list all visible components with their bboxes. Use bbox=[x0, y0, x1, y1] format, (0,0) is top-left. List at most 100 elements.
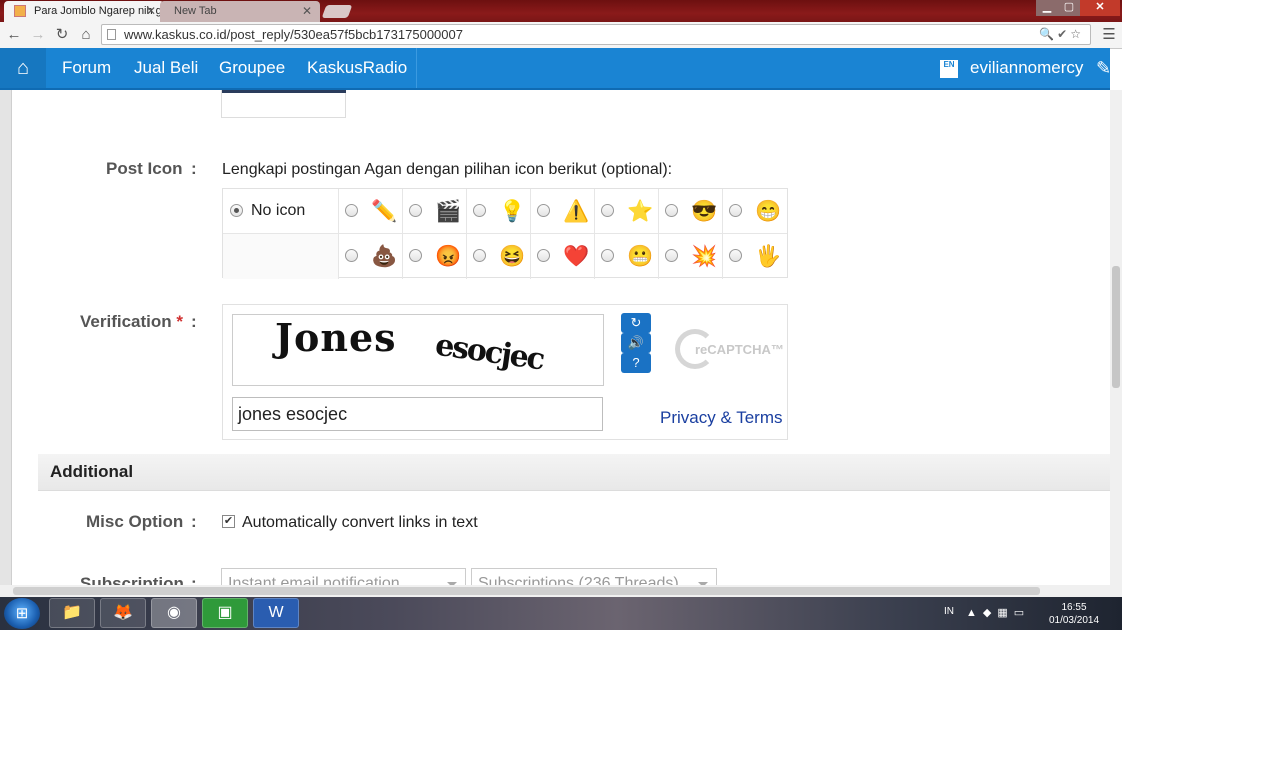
icon-radio[interactable] bbox=[601, 204, 614, 217]
close-window-button[interactable]: ✕ bbox=[1080, 0, 1120, 16]
language-indicator[interactable]: IN bbox=[944, 606, 954, 617]
tab-close-icon[interactable]: ✕ bbox=[302, 1, 312, 21]
firefox-icon[interactable]: 🦊 bbox=[100, 598, 146, 628]
icon-option[interactable]: 😎 bbox=[659, 189, 723, 234]
address-bar-icons[interactable]: 🔍✔☆ bbox=[1039, 25, 1084, 44]
back-arrow-icon[interactable]: ← bbox=[4, 25, 24, 45]
icon-radio[interactable] bbox=[537, 204, 550, 217]
language-badge[interactable]: EN bbox=[940, 59, 958, 78]
nav-groupee[interactable]: Groupee bbox=[219, 48, 285, 88]
icon-option[interactable]: ⚠️ bbox=[531, 189, 595, 234]
icon-option[interactable]: 🎬 bbox=[403, 189, 467, 234]
tab-active[interactable]: Para Jomblo Ngarep nih g ✕ bbox=[4, 1, 164, 22]
icon-radio[interactable] bbox=[537, 249, 550, 262]
warning-icon: ⚠️ bbox=[563, 200, 590, 223]
reply-form: Post Icon : Lengkapi postingan Agan deng… bbox=[0, 90, 1110, 585]
icon-radio[interactable] bbox=[345, 204, 358, 217]
green-app-icon[interactable]: ▣ bbox=[202, 598, 248, 628]
icon-option[interactable]: ❤️ bbox=[531, 234, 595, 279]
clock-date: 01/03/2014 bbox=[1048, 615, 1100, 626]
windows-taskbar: ⊞ 📁 🦊 ◉ ▣ W IN ▲◆▦▭ 16:55 01/03/2014 bbox=[0, 597, 1122, 630]
privacy-terms-link[interactable]: Privacy & Terms bbox=[660, 408, 783, 428]
star-icon: ⭐ bbox=[627, 200, 654, 223]
clock[interactable]: 16:55 01/03/2014 bbox=[1048, 601, 1100, 627]
vertical-scrollbar[interactable] bbox=[1110, 90, 1122, 585]
icon-option[interactable]: 🖐️ bbox=[723, 234, 787, 279]
post-icon-label: Post Icon bbox=[106, 159, 183, 178]
icon-radio[interactable] bbox=[729, 249, 742, 262]
forward-arrow-icon[interactable]: → bbox=[28, 25, 48, 45]
auto-convert-links-checkbox[interactable]: ✔ bbox=[222, 515, 235, 528]
home-icon[interactable]: ⌂ bbox=[76, 25, 96, 45]
recaptcha-logo: reCAPTCHA™ bbox=[675, 325, 784, 375]
captcha-response-input[interactable]: jones esocjec bbox=[232, 397, 603, 431]
explosion-icon: 💥 bbox=[691, 245, 718, 268]
horizontal-scrollbar[interactable] bbox=[0, 585, 1122, 597]
reload-icon[interactable]: ↻ bbox=[52, 25, 72, 45]
icon-option[interactable]: 💥 bbox=[659, 234, 723, 279]
no-icon-option[interactable]: No icon bbox=[223, 189, 339, 234]
icon-option[interactable]: 😡 bbox=[403, 234, 467, 279]
chrome-icon[interactable]: ◉ bbox=[151, 598, 197, 628]
icon-option[interactable]: 😁 bbox=[723, 189, 787, 234]
subscriptions-select[interactable]: Subscriptions (236 Threads) bbox=[471, 568, 717, 585]
notification-select[interactable]: Instant email notification bbox=[221, 568, 466, 585]
sunglasses-icon: 😎 bbox=[691, 200, 718, 223]
scrollbar-thumb[interactable] bbox=[1112, 266, 1120, 388]
captcha-word-2: esocjec bbox=[433, 327, 546, 378]
post-icon-hint: Lengkapi postingan Agan dengan pilihan i… bbox=[222, 161, 673, 178]
url-text: www.kaskus.co.id/post_reply/530ea57f5bcb… bbox=[124, 27, 463, 42]
additional-section-header[interactable]: Additional bbox=[38, 454, 1110, 491]
maximize-button[interactable]: ▢ bbox=[1058, 0, 1080, 16]
icon-radio[interactable] bbox=[601, 249, 614, 262]
verification-label: Verification * bbox=[80, 312, 183, 332]
attachment-thumbnail[interactable] bbox=[221, 90, 346, 118]
file-explorer-icon[interactable]: 📁 bbox=[49, 598, 95, 628]
icon-radio[interactable] bbox=[345, 249, 358, 262]
post-icon-grid: No icon ✏️ 🎬 💡 ⚠️ ⭐ 😎 😁 💩 😡 😆 ❤️ 😬 💥 🖐️ bbox=[222, 188, 788, 279]
username[interactable]: eviliannomercy bbox=[970, 58, 1083, 77]
tab-new-tab[interactable]: New Tab ✕ bbox=[160, 1, 320, 22]
nav-divider bbox=[416, 48, 417, 88]
icon-option[interactable]: ⭐ bbox=[595, 189, 659, 234]
pencil-icon[interactable]: ✎ bbox=[1096, 48, 1111, 88]
icon-radio[interactable] bbox=[729, 204, 742, 217]
menu-icon[interactable]: ☰ bbox=[1099, 25, 1119, 45]
nav-jual-beli[interactable]: Jual Beli bbox=[134, 48, 198, 88]
icon-radio[interactable] bbox=[665, 204, 678, 217]
icon-option[interactable]: 💡 bbox=[467, 189, 531, 234]
scrollbar-thumb[interactable] bbox=[13, 587, 1040, 595]
address-bar[interactable]: www.kaskus.co.id/post_reply/530ea57f5bcb… bbox=[101, 24, 1091, 45]
user-menu[interactable]: EN eviliannomercy bbox=[940, 48, 1083, 88]
recaptcha-logo-text: reCAPTCHA™ bbox=[695, 342, 784, 357]
kaskus-favicon-icon bbox=[14, 5, 26, 17]
icon-option[interactable]: 😆 bbox=[467, 234, 531, 279]
tab-close-icon[interactable]: ✕ bbox=[146, 1, 156, 21]
recaptcha-widget: Jones esocjec ↻ 🔊 ? reCAPTCHA™ jones eso… bbox=[222, 304, 788, 440]
clock-time: 16:55 bbox=[1061, 602, 1087, 613]
icon-option[interactable]: 💩 bbox=[339, 234, 403, 279]
icon-radio[interactable] bbox=[473, 204, 486, 217]
minimize-button[interactable]: ▁ bbox=[1036, 0, 1058, 16]
windows-start-icon[interactable]: ⊞ bbox=[4, 598, 40, 629]
laughing-face-icon: 😆 bbox=[499, 245, 526, 268]
tray-icons[interactable]: ▲◆▦▭ bbox=[966, 606, 1036, 619]
help-icon[interactable]: ? bbox=[621, 353, 651, 373]
icon-radio[interactable] bbox=[473, 249, 486, 262]
audio-icon[interactable]: 🔊 bbox=[621, 333, 651, 353]
icon-option[interactable]: 😬 bbox=[595, 234, 659, 279]
icon-radio[interactable] bbox=[665, 249, 678, 262]
nav-kaskusradio[interactable]: KaskusRadio bbox=[307, 48, 407, 88]
page-icon bbox=[107, 29, 116, 40]
new-tab-button[interactable] bbox=[321, 5, 353, 18]
poop-icon: 💩 bbox=[371, 245, 398, 268]
word-icon[interactable]: W bbox=[253, 598, 299, 628]
nav-forum[interactable]: Forum bbox=[62, 48, 111, 88]
browser-window: Para Jomblo Ngarep nih g ✕ New Tab ✕ ▁ ▢… bbox=[0, 0, 1122, 630]
icon-radio[interactable] bbox=[409, 249, 422, 262]
home-icon[interactable]: ⌂ bbox=[0, 48, 46, 88]
icon-option[interactable]: ✏️ bbox=[339, 189, 403, 234]
icon-radio[interactable] bbox=[409, 204, 422, 217]
refresh-icon[interactable]: ↻ bbox=[621, 313, 651, 333]
no-icon-radio[interactable] bbox=[230, 204, 243, 217]
